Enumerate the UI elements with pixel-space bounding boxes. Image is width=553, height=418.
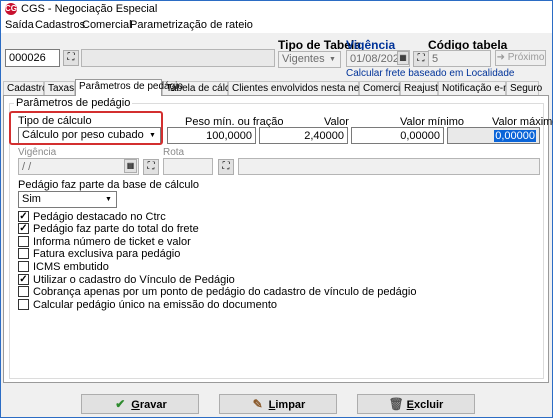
tab-parametros-pedagio[interactable]: Parâmetros de pedágio [75, 79, 183, 96]
app-logo-icon: CG [5, 3, 17, 15]
gravar-mnemonic: G [131, 399, 140, 411]
tab-clientes-envolvidos[interactable]: Clientes envolvidos nesta negociação [228, 81, 399, 95]
codigo-tabela-field[interactable]: 5 [428, 50, 491, 67]
title-bar: CG CGS - Negociação Especial [1, 1, 552, 17]
gravar-button[interactable]: ✔ Gravar [81, 394, 199, 414]
search-vigencia-button[interactable]: ⛶ [143, 159, 159, 175]
peso-min-field[interactable]: 100,0000 [167, 127, 256, 144]
checkbox-empty[interactable] [18, 285, 29, 297]
chk-label: Pedágio destacado no Ctrc [33, 211, 166, 223]
main-window: CG CGS - Negociação Especial Saída Cadas… [0, 0, 553, 418]
chk-pedagio-unico[interactable]: Calcular pedágio único na emissão do doc… [18, 298, 277, 312]
window-title: CGS - Negociação Especial [21, 3, 158, 15]
check-icon[interactable]: ✓ [18, 210, 29, 222]
search-code-button[interactable]: ⛶ [63, 50, 79, 66]
excluir-button[interactable]: 🗑 Excluir [357, 394, 475, 414]
calendar-icon[interactable]: ▦ [397, 51, 409, 65]
proximo-label: Próximo [507, 52, 545, 63]
chk-label: Pedágio faz parte do total do frete [33, 223, 199, 235]
chk-label: Calcular pedágio único na emissão do doc… [33, 299, 277, 311]
tipo-tabela-select[interactable]: Vigentes ▼ [278, 51, 341, 68]
checkbox-empty[interactable] [18, 298, 29, 310]
tab-notificacao-email[interactable]: Notificação e-mail [438, 81, 521, 95]
group-title: Parâmetros de pedágio [14, 97, 133, 109]
rota-label: Rota [163, 147, 185, 158]
valor-field[interactable]: 2,40000 [259, 127, 348, 144]
chk-fatura-exclusiva[interactable]: Fatura exclusiva para pedágio [18, 247, 181, 261]
arrow-right-icon: ➜ [496, 52, 505, 63]
menu-parametrizacao-rateio[interactable]: Parametrização de rateio [130, 19, 253, 31]
chk-icms-embutido[interactable]: ICMS embutido [18, 260, 109, 274]
trash-icon: 🗑 [388, 397, 404, 411]
menu-cadastros[interactable]: Cadastros [35, 19, 85, 31]
chk-pedagio-total-frete[interactable]: ✓ Pedágio faz parte do total do frete [18, 222, 199, 236]
chk-label: Utilizar o cadastro do Vínculo de Pedági… [33, 274, 235, 286]
excluir-mnemonic: E [406, 399, 414, 411]
calendar-icon[interactable]: ▦ [124, 159, 137, 173]
gravar-label: ravar [139, 399, 167, 411]
valor-maximo-field[interactable]: 0,00000 [447, 127, 540, 144]
chk-label: Fatura exclusiva para pedágio [33, 248, 181, 260]
base-calculo-select[interactable]: Sim ▼ [18, 191, 117, 208]
base-calculo-value: Sim [22, 193, 41, 205]
binoculars-icon: ⛶ [417, 53, 425, 64]
menu-bar: Saída Cadastros Comercial Parametrização… [1, 17, 552, 33]
binoculars-icon: ⛶ [67, 52, 75, 63]
checkbox-empty[interactable] [18, 235, 29, 247]
highlight-tipo-calculo [9, 111, 163, 145]
vigencia-field[interactable]: / / [18, 158, 139, 175]
description-field [81, 49, 275, 67]
tab-seguro[interactable]: Seguro [506, 81, 542, 95]
limpar-button[interactable]: ✎ Limpar [219, 394, 337, 414]
proximo-button[interactable]: ➜ Próximo [495, 50, 546, 66]
rota-code-field[interactable] [163, 158, 213, 175]
valor-maximo-value: 0,00000 [494, 130, 536, 142]
tipo-tabela-value: Vigentes [282, 53, 325, 65]
code-field[interactable]: 000026 [5, 49, 60, 67]
search-vigencia-button[interactable]: ⛶ [413, 51, 429, 67]
binoculars-icon: ⛶ [147, 161, 155, 172]
check-icon: ✔ [115, 397, 126, 411]
tab-comercial[interactable]: Comercial [359, 81, 408, 95]
search-rota-button[interactable]: ⛶ [218, 159, 234, 175]
tab-cadastro[interactable]: Cadastro [3, 81, 48, 95]
valor-minimo-field[interactable]: 0,00000 [351, 127, 444, 144]
chk-label: Informa número de ticket e valor [33, 236, 191, 248]
base-calculo-label: Pedágio faz parte da base de cálculo [18, 179, 200, 191]
chk-label: Cobrança apenas por um ponto de pedágio … [33, 286, 417, 298]
tab-taxas[interactable]: Taxas [44, 81, 75, 95]
check-icon[interactable]: ✓ [18, 222, 29, 234]
chevron-down-icon: ▼ [329, 56, 336, 63]
check-icon[interactable]: ✓ [18, 273, 29, 285]
calc-note: Calcular frete baseado em Localidade [346, 68, 515, 79]
rota-description-field [238, 158, 540, 175]
excluir-label: xcluir [413, 399, 444, 411]
chevron-down-icon: ▼ [105, 196, 112, 203]
checkbox-empty[interactable] [18, 247, 29, 259]
vigencia-label: Vigência [18, 147, 57, 158]
limpar-label: impar [275, 399, 306, 411]
checkbox-empty[interactable] [18, 260, 29, 272]
chk-label: ICMS embutido [33, 261, 109, 273]
binoculars-icon: ⛶ [222, 161, 230, 172]
menu-saida[interactable]: Saída [5, 19, 34, 31]
tab-reajuste[interactable]: Reajuste [400, 81, 443, 95]
menu-comercial[interactable]: Comercial [82, 19, 132, 31]
chk-cobranca-um-ponto[interactable]: Cobrança apenas por um ponto de pedágio … [18, 285, 417, 299]
broom-icon: ✎ [252, 397, 263, 411]
